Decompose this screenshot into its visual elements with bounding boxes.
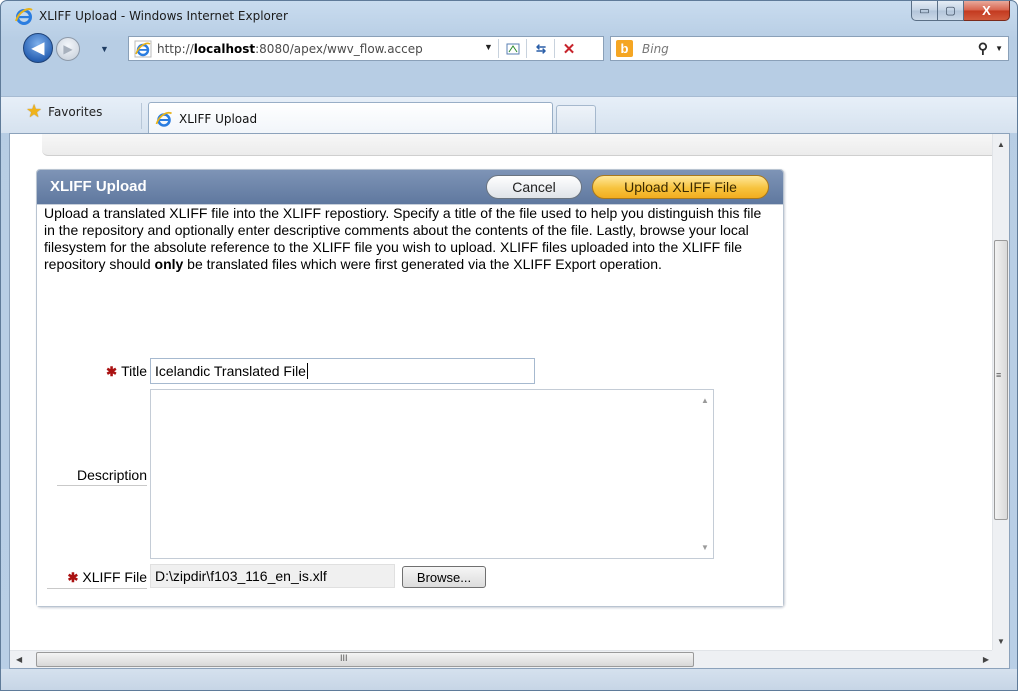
status-bar: [1, 669, 1017, 690]
favorites-label: Favorites: [48, 105, 103, 119]
horizontal-scroll-thumb[interactable]: [36, 652, 694, 667]
instructions-text: Upload a translated XLIFF file into the …: [44, 205, 774, 273]
favorites-button[interactable]: ★ Favorites: [26, 101, 103, 122]
close-button[interactable]: X: [964, 1, 1010, 21]
vertical-scrollbar[interactable]: ▲ ≡ ▼: [992, 134, 1009, 652]
search-box[interactable]: b Bing ⚲ ▼: [610, 36, 1009, 61]
instructions-part-2: be translated files which were first gen…: [183, 256, 662, 272]
window-title: XLIFF Upload - Windows Internet Explorer: [39, 9, 288, 23]
region-header: XLIFF Upload Cancel Upload XLIFF File: [37, 170, 783, 204]
new-tab-button[interactable]: [556, 105, 596, 134]
search-placeholder: Bing: [642, 42, 669, 56]
scroll-grip-icon: III: [340, 653, 348, 663]
scroll-up-icon[interactable]: ▲: [997, 140, 1005, 149]
ie-logo-icon: [15, 8, 33, 25]
xliff-file-label: ✱ XLIFF File: [47, 569, 147, 589]
minimize-icon: ▭: [919, 5, 930, 17]
scrollbar-corner: [992, 650, 1009, 668]
search-options-dropdown[interactable]: ▼: [995, 44, 1003, 53]
compatibility-icon: [506, 43, 520, 54]
page-top-strip: [42, 134, 1000, 156]
stop-button[interactable]: ✕: [558, 39, 580, 58]
address-separator: [498, 39, 499, 58]
horizontal-scrollbar[interactable]: ◀ III ▶: [10, 650, 993, 668]
vertical-scroll-thumb[interactable]: [994, 240, 1008, 520]
search-icon[interactable]: ⚲: [978, 40, 988, 57]
text-caret: [306, 363, 308, 379]
forward-arrow-icon: ▶: [63, 42, 73, 56]
tab-label: XLIFF Upload: [179, 111, 258, 126]
title-input[interactable]: Icelandic Translated File: [150, 358, 535, 384]
recent-pages-dropdown[interactable]: ▼: [100, 44, 109, 54]
scroll-grip-icon: ≡: [996, 370, 1002, 380]
favorites-separator: [141, 103, 142, 129]
minimize-button[interactable]: ▭: [911, 1, 938, 21]
url-scheme: http://: [157, 41, 194, 56]
instructions-emphasis: only: [154, 256, 184, 272]
forward-button[interactable]: ▶: [56, 37, 80, 61]
url-text[interactable]: http://localhost:8080/apex/wwv_flow.acce…: [157, 42, 472, 56]
maximize-button[interactable]: ▢: [938, 1, 964, 21]
tab-xliff-upload[interactable]: XLIFF Upload: [148, 102, 553, 134]
refresh-button[interactable]: ⇆: [530, 39, 552, 58]
scroll-right-icon[interactable]: ▶: [983, 655, 989, 664]
scroll-up-icon[interactable]: ▲: [701, 396, 709, 405]
title-bar: XLIFF Upload - Windows Internet Explorer…: [1, 1, 1017, 31]
page-viewport: XLIFF Upload Cancel Upload XLIFF File Up…: [9, 133, 1010, 669]
scroll-left-icon[interactable]: ◀: [16, 655, 22, 664]
description-scrollbar[interactable]: ▲ ▼: [696, 390, 713, 558]
url-path: :8080/apex/wwv_flow.accep: [255, 41, 423, 56]
browse-button[interactable]: Browse...: [402, 566, 486, 588]
caption-buttons: ▭ ▢ X: [911, 1, 1010, 22]
xliff-file-path-field[interactable]: D:\zipdir\f103_116_en_is.xlf: [150, 564, 395, 588]
title-label: ✱ Title: [81, 363, 147, 380]
browser-window: XLIFF Upload - Windows Internet Explorer…: [0, 0, 1018, 691]
tab-ie-icon: [155, 111, 173, 127]
navigation-bar: ◀ ▶ ▼ http://localhost:8080/apex/wwv_flo…: [1, 32, 1017, 64]
close-icon: X: [982, 3, 991, 18]
scroll-down-icon[interactable]: ▼: [997, 637, 1005, 646]
refresh-icon: ⇆: [535, 41, 547, 56]
description-textarea[interactable]: ▲ ▼: [150, 389, 714, 559]
scroll-down-icon[interactable]: ▼: [701, 543, 709, 552]
upload-xliff-file-button[interactable]: Upload XLIFF File: [592, 175, 769, 199]
address-dropdown[interactable]: ▼: [484, 42, 493, 52]
favorites-bar: ★ Favorites XLIFF Upload: [1, 96, 1017, 134]
bing-logo-icon: b: [616, 40, 633, 57]
url-host: localhost: [193, 41, 256, 56]
xliff-file-label-text: XLIFF File: [82, 569, 147, 585]
required-icon: ✱: [106, 364, 118, 379]
stop-icon: ✕: [562, 40, 576, 58]
address-bar[interactable]: http://localhost:8080/apex/wwv_flow.acce…: [128, 36, 604, 61]
cancel-button[interactable]: Cancel: [486, 175, 582, 199]
compatibility-view-button[interactable]: [502, 39, 524, 58]
maximize-icon: ▢: [945, 5, 956, 17]
title-label-text: Title: [121, 363, 147, 379]
back-arrow-icon: ◀: [31, 40, 45, 57]
xliff-upload-region: XLIFF Upload Cancel Upload XLIFF File Up…: [36, 169, 784, 607]
page-ie-icon: [134, 40, 152, 57]
title-input-value: Icelandic Translated File: [155, 363, 306, 379]
required-icon: ✱: [67, 570, 79, 585]
favorites-star-icon: ★: [26, 101, 43, 122]
back-button[interactable]: ◀: [23, 33, 53, 63]
address-separator: [554, 39, 555, 58]
region-title: XLIFF Upload: [50, 178, 147, 195]
address-separator: [526, 39, 527, 58]
description-label: Description: [57, 467, 147, 486]
